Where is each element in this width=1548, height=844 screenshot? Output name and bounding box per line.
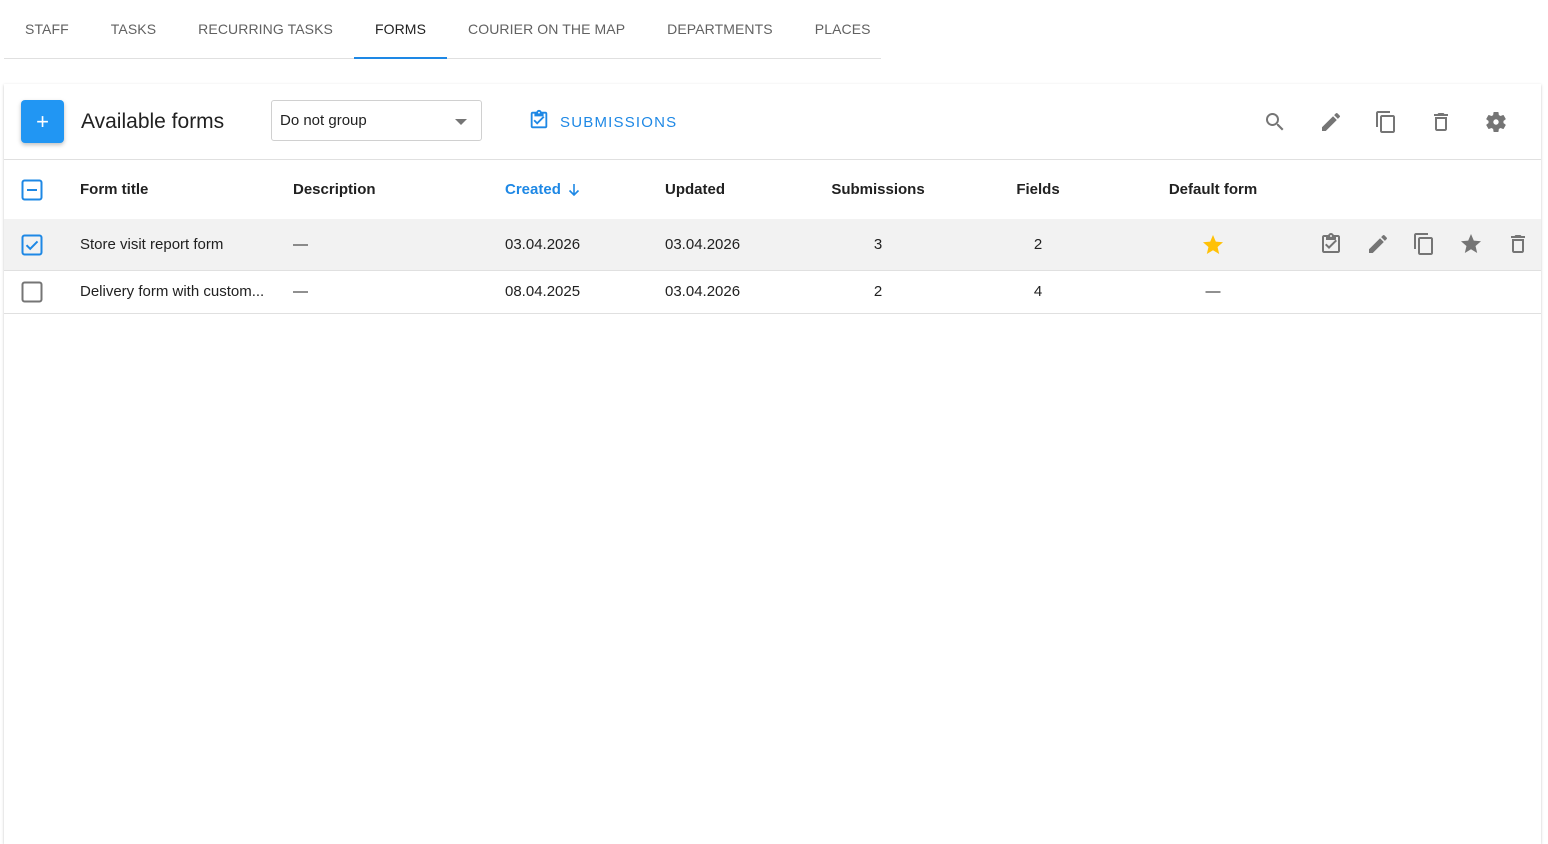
tab-forms[interactable]: FORMS: [353, 0, 448, 59]
tab-recurring-tasks[interactable]: RECURRING TASKS: [177, 0, 354, 58]
copy-icon[interactable]: [1372, 108, 1400, 136]
page-title: Available forms: [81, 110, 225, 133]
column-header-created[interactable]: Created: [505, 160, 581, 219]
row-edit-pencil-icon[interactable]: [1364, 230, 1392, 258]
column-header-created-label: Created: [505, 181, 561, 198]
created-cell: 08.04.2025: [505, 283, 581, 300]
column-header-default-form[interactable]: Default form: [1143, 160, 1283, 219]
row-copy-icon[interactable]: [1410, 230, 1438, 258]
tab-tasks[interactable]: TASKS: [90, 0, 177, 58]
group-by-select[interactable]: Do not group: [271, 100, 482, 141]
pencil-icon[interactable]: [1317, 108, 1345, 136]
created-cell: 03.04.2026: [505, 236, 581, 253]
add-form-button[interactable]: +: [21, 100, 64, 143]
submissions-label: SUBMISSIONS: [560, 113, 678, 131]
clipboard-check-icon: [528, 109, 550, 135]
table-row[interactable]: Store visit report form — 03.04.2026 03.…: [4, 219, 1541, 271]
description-cell: —: [293, 283, 308, 300]
gear-icon[interactable]: [1482, 108, 1510, 136]
row-checkbox-checked[interactable]: [21, 219, 43, 270]
default-form-cell: [1143, 219, 1283, 270]
top-tab-bar: STAFF TASKS RECURRING TASKS FORMS COURIE…: [4, 0, 881, 59]
submissions-button[interactable]: SUBMISSIONS: [520, 107, 685, 137]
fields-cell: 2: [1033, 236, 1043, 253]
submissions-cell: 2: [873, 283, 883, 300]
group-by-value: Do not group: [280, 112, 367, 129]
column-header-submissions[interactable]: Submissions: [798, 160, 958, 219]
tab-courier-on-the-map[interactable]: COURIER ON THE MAP: [447, 0, 646, 58]
column-header-description[interactable]: Description: [293, 160, 376, 219]
updated-cell: 03.04.2026: [665, 283, 741, 300]
row-checkbox-unchecked[interactable]: [21, 270, 43, 313]
form-title-cell: Delivery form with custom...: [80, 283, 265, 300]
updated-cell: 03.04.2026: [665, 236, 741, 253]
tab-staff[interactable]: STAFF: [4, 0, 90, 58]
search-icon[interactable]: [1261, 108, 1289, 136]
form-title-cell: Store visit report form: [80, 236, 224, 253]
dropdown-caret-icon: [455, 119, 467, 125]
table-row[interactable]: Delivery form with custom... — 08.04.202…: [4, 270, 1541, 314]
forms-toolbar: + Available forms Do not group SUBMISSIO…: [4, 84, 1541, 160]
column-header-updated[interactable]: Updated: [665, 160, 725, 219]
forms-card: + Available forms Do not group SUBMISSIO…: [4, 84, 1541, 844]
table-header: Form title Description Created Updated S…: [4, 160, 1541, 219]
default-form-cell: —: [1205, 283, 1221, 300]
submissions-cell: 3: [873, 236, 883, 253]
default-star-icon: [1201, 233, 1225, 257]
description-cell: —: [293, 236, 308, 253]
tab-places[interactable]: PLACES: [794, 0, 892, 58]
row-submissions-clipboard-icon[interactable]: [1317, 230, 1345, 258]
sort-down-arrow-icon: [567, 183, 581, 197]
row-delete-trash-icon[interactable]: [1504, 230, 1532, 258]
row-set-default-star-icon[interactable]: [1457, 230, 1485, 258]
trash-icon[interactable]: [1427, 108, 1455, 136]
select-all-checkbox[interactable]: [21, 160, 43, 219]
fields-cell: 4: [1033, 283, 1043, 300]
tab-departments[interactable]: DEPARTMENTS: [646, 0, 794, 58]
column-header-fields[interactable]: Fields: [988, 160, 1088, 219]
column-header-form-title[interactable]: Form title: [80, 160, 148, 219]
